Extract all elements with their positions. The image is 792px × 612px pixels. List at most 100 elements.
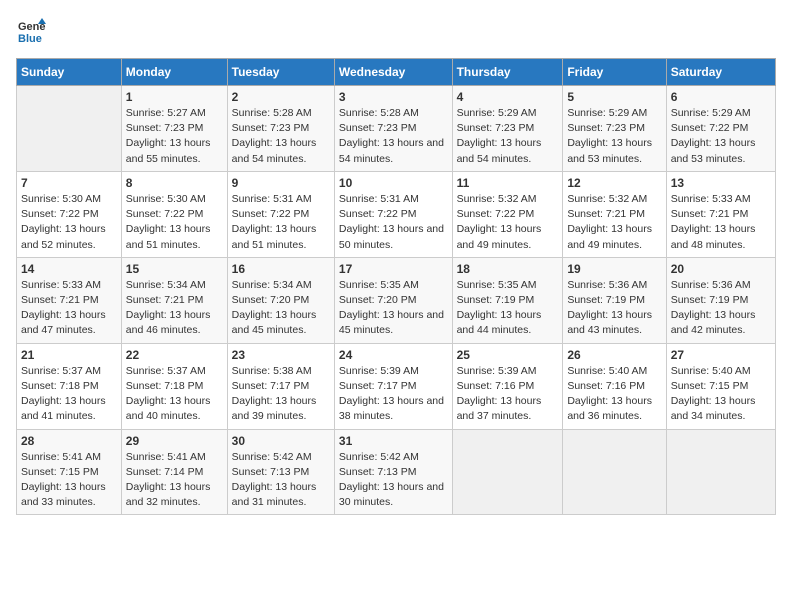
day-number: 28: [21, 434, 117, 448]
calendar-week-3: 14Sunrise: 5:33 AMSunset: 7:21 PMDayligh…: [17, 257, 776, 343]
day-info: Sunrise: 5:40 AMSunset: 7:15 PMDaylight:…: [671, 364, 771, 425]
day-number: 24: [339, 348, 448, 362]
day-number: 6: [671, 90, 771, 104]
day-number: 31: [339, 434, 448, 448]
calendar-cell: 24 Sunrise: 5:39 AMSunset: 7:17 PMDayligh…: [334, 343, 452, 429]
day-info: Sunrise: 5:29 AMSunset: 7:23 PMDaylight:…: [567, 106, 661, 167]
day-info: Sunrise: 5:30 AMSunset: 7:22 PMDaylight:…: [126, 192, 223, 253]
calendar-cell: [17, 86, 122, 172]
weekday-header-tuesday: Tuesday: [227, 59, 334, 86]
day-number: 22: [126, 348, 223, 362]
day-info: Sunrise: 5:41 AMSunset: 7:15 PMDaylight:…: [21, 450, 117, 511]
calendar-cell: 26 Sunrise: 5:40 AMSunset: 7:16 PMDayligh…: [563, 343, 666, 429]
calendar-cell: 8 Sunrise: 5:30 AMSunset: 7:22 PMDaylight…: [121, 171, 227, 257]
day-info: Sunrise: 5:28 AMSunset: 7:23 PMDaylight:…: [232, 106, 330, 167]
day-info: Sunrise: 5:32 AMSunset: 7:21 PMDaylight:…: [567, 192, 661, 253]
day-info: Sunrise: 5:40 AMSunset: 7:16 PMDaylight:…: [567, 364, 661, 425]
calendar-cell: 22 Sunrise: 5:37 AMSunset: 7:18 PMDayligh…: [121, 343, 227, 429]
day-info: Sunrise: 5:30 AMSunset: 7:22 PMDaylight:…: [21, 192, 117, 253]
day-number: 16: [232, 262, 330, 276]
calendar-table: SundayMondayTuesdayWednesdayThursdayFrid…: [16, 58, 776, 515]
day-number: 29: [126, 434, 223, 448]
calendar-body: 1 Sunrise: 5:27 AMSunset: 7:23 PMDaylight…: [17, 86, 776, 515]
weekday-header-sunday: Sunday: [17, 59, 122, 86]
calendar-cell: [452, 429, 563, 515]
calendar-cell: 27 Sunrise: 5:40 AMSunset: 7:15 PMDayligh…: [666, 343, 775, 429]
logo-icon: General Blue: [16, 16, 46, 46]
day-info: Sunrise: 5:35 AMSunset: 7:19 PMDaylight:…: [457, 278, 559, 339]
day-info: Sunrise: 5:29 AMSunset: 7:23 PMDaylight:…: [457, 106, 559, 167]
calendar-cell: [563, 429, 666, 515]
calendar-cell: 9 Sunrise: 5:31 AMSunset: 7:22 PMDaylight…: [227, 171, 334, 257]
day-info: Sunrise: 5:35 AMSunset: 7:20 PMDaylight:…: [339, 278, 448, 339]
weekday-header-thursday: Thursday: [452, 59, 563, 86]
day-number: 12: [567, 176, 661, 190]
weekday-header-saturday: Saturday: [666, 59, 775, 86]
day-info: Sunrise: 5:34 AMSunset: 7:21 PMDaylight:…: [126, 278, 223, 339]
day-number: 20: [671, 262, 771, 276]
calendar-cell: 16 Sunrise: 5:34 AMSunset: 7:20 PMDayligh…: [227, 257, 334, 343]
weekday-header-monday: Monday: [121, 59, 227, 86]
calendar-header: SundayMondayTuesdayWednesdayThursdayFrid…: [17, 59, 776, 86]
calendar-cell: 14Sunrise: 5:33 AMSunset: 7:21 PMDayligh…: [17, 257, 122, 343]
calendar-cell: 25 Sunrise: 5:39 AMSunset: 7:16 PMDayligh…: [452, 343, 563, 429]
day-info: Sunrise: 5:32 AMSunset: 7:22 PMDaylight:…: [457, 192, 559, 253]
day-number: 21: [21, 348, 117, 362]
day-info: Sunrise: 5:33 AMSunset: 7:21 PMDaylight:…: [671, 192, 771, 253]
day-number: 30: [232, 434, 330, 448]
day-number: 9: [232, 176, 330, 190]
day-info: Sunrise: 5:42 AMSunset: 7:13 PMDaylight:…: [232, 450, 330, 511]
day-info: Sunrise: 5:36 AMSunset: 7:19 PMDaylight:…: [567, 278, 661, 339]
day-number: 10: [339, 176, 448, 190]
calendar-cell: 29 Sunrise: 5:41 AMSunset: 7:14 PMDayligh…: [121, 429, 227, 515]
calendar-cell: 31Sunrise: 5:42 AMSunset: 7:13 PMDayligh…: [334, 429, 452, 515]
calendar-cell: 6 Sunrise: 5:29 AMSunset: 7:22 PMDaylight…: [666, 86, 775, 172]
calendar-cell: 2Sunrise: 5:28 AMSunset: 7:23 PMDaylight…: [227, 86, 334, 172]
day-info: Sunrise: 5:37 AMSunset: 7:18 PMDaylight:…: [21, 364, 117, 425]
calendar-cell: 3 Sunrise: 5:28 AMSunset: 7:23 PMDaylight…: [334, 86, 452, 172]
calendar-cell: 4 Sunrise: 5:29 AMSunset: 7:23 PMDaylight…: [452, 86, 563, 172]
day-number: 15: [126, 262, 223, 276]
day-info: Sunrise: 5:27 AMSunset: 7:23 PMDaylight:…: [126, 106, 223, 167]
day-number: 17: [339, 262, 448, 276]
day-info: Sunrise: 5:28 AMSunset: 7:23 PMDaylight:…: [339, 106, 448, 167]
calendar-cell: [666, 429, 775, 515]
day-number: 27: [671, 348, 771, 362]
day-number: 8: [126, 176, 223, 190]
day-info: Sunrise: 5:39 AMSunset: 7:17 PMDaylight:…: [339, 364, 448, 425]
weekday-header-friday: Friday: [563, 59, 666, 86]
calendar-cell: 11 Sunrise: 5:32 AMSunset: 7:22 PMDayligh…: [452, 171, 563, 257]
day-info: Sunrise: 5:41 AMSunset: 7:14 PMDaylight:…: [126, 450, 223, 511]
day-number: 23: [232, 348, 330, 362]
day-number: 25: [457, 348, 559, 362]
day-number: 7: [21, 176, 117, 190]
weekday-header-wednesday: Wednesday: [334, 59, 452, 86]
svg-text:Blue: Blue: [18, 33, 42, 45]
calendar-cell: 18 Sunrise: 5:35 AMSunset: 7:19 PMDayligh…: [452, 257, 563, 343]
day-info: Sunrise: 5:29 AMSunset: 7:22 PMDaylight:…: [671, 106, 771, 167]
day-info: Sunrise: 5:31 AMSunset: 7:22 PMDaylight:…: [232, 192, 330, 253]
day-number: 1: [126, 90, 223, 104]
calendar-week-5: 28 Sunrise: 5:41 AMSunset: 7:15 PMDayligh…: [17, 429, 776, 515]
calendar-cell: 15 Sunrise: 5:34 AMSunset: 7:21 PMDayligh…: [121, 257, 227, 343]
day-number: 19: [567, 262, 661, 276]
calendar-week-2: 7 Sunrise: 5:30 AMSunset: 7:22 PMDaylight…: [17, 171, 776, 257]
day-number: 26: [567, 348, 661, 362]
logo: General Blue: [16, 16, 46, 46]
day-info: Sunrise: 5:37 AMSunset: 7:18 PMDaylight:…: [126, 364, 223, 425]
calendar-cell: 20Sunrise: 5:36 AMSunset: 7:19 PMDayligh…: [666, 257, 775, 343]
calendar-cell: 7 Sunrise: 5:30 AMSunset: 7:22 PMDaylight…: [17, 171, 122, 257]
day-number: 3: [339, 90, 448, 104]
calendar-cell: 30 Sunrise: 5:42 AMSunset: 7:13 PMDayligh…: [227, 429, 334, 515]
calendar-cell: 17 Sunrise: 5:35 AMSunset: 7:20 PMDayligh…: [334, 257, 452, 343]
day-number: 18: [457, 262, 559, 276]
calendar-cell: 23Sunrise: 5:38 AMSunset: 7:17 PMDayligh…: [227, 343, 334, 429]
calendar-cell: 21 Sunrise: 5:37 AMSunset: 7:18 PMDayligh…: [17, 343, 122, 429]
day-number: 4: [457, 90, 559, 104]
page-header: General Blue: [16, 16, 776, 46]
weekday-header-row: SundayMondayTuesdayWednesdayThursdayFrid…: [17, 59, 776, 86]
day-number: 11: [457, 176, 559, 190]
day-info: Sunrise: 5:34 AMSunset: 7:20 PMDaylight:…: [232, 278, 330, 339]
calendar-cell: 5Sunrise: 5:29 AMSunset: 7:23 PMDaylight…: [563, 86, 666, 172]
day-info: Sunrise: 5:39 AMSunset: 7:16 PMDaylight:…: [457, 364, 559, 425]
